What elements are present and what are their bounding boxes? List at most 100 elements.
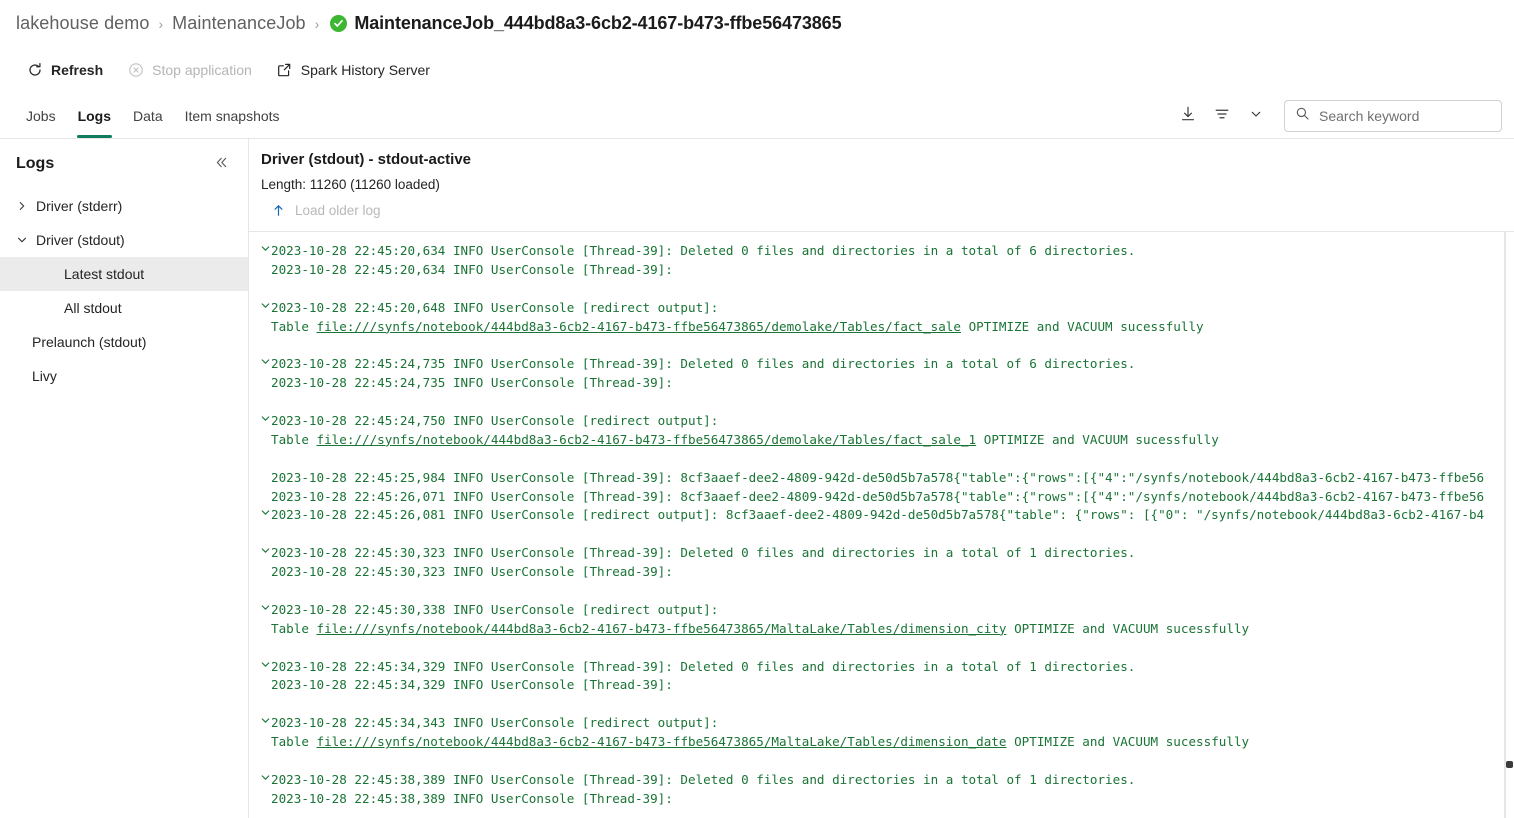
log-file-link[interactable]: file:///synfs/notebook/444bd8a3-6cb2-416… (317, 734, 1007, 749)
logs-tree: Driver (stderr) Driver (stdout) Latest s… (0, 187, 248, 393)
tab-data[interactable]: Data (123, 93, 173, 138)
log-line-text: 2023-10-28 22:45:20,648 INFO UserConsole… (271, 299, 719, 315)
log-scroll-region[interactable]: 2023-10-28 22:45:20,634 INFO UserConsole… (249, 231, 1514, 818)
log-line-text: 2023-10-28 22:45:20,634 INFO UserConsole… (271, 243, 1136, 258)
tab-item-snapshots[interactable]: Item snapshots (175, 93, 290, 138)
log-line: 2023-10-28 22:45:20,648 INFO UserConsole… (249, 299, 1514, 318)
search-input[interactable] (1317, 106, 1491, 125)
log-line-text: Table file:///synfs/notebook/444bd8a3-6c… (271, 620, 1250, 636)
sidebar-item-livy[interactable]: Livy (0, 359, 248, 393)
sidebar-item-label: All stdout (64, 300, 122, 316)
log-line: Table file:///synfs/notebook/444bd8a3-6c… (249, 733, 1514, 752)
refresh-label: Refresh (51, 62, 104, 78)
log-viewer-title: Driver (stdout) - stdout-active (261, 151, 472, 168)
filter-icon (1213, 105, 1231, 126)
spark-history-server-label: Spark History Server (300, 62, 430, 78)
log-line: 2023-10-28 22:45:26,071 INFO UserConsole… (249, 488, 1514, 507)
breadcrumb-separator: › (158, 15, 164, 32)
sidebar-item-all-stdout[interactable]: All stdout (0, 291, 248, 325)
log-line-text: 2023-10-28 22:45:24,735 INFO UserConsole… (271, 356, 1136, 372)
log-collapse-chevron-down-icon[interactable] (259, 413, 271, 424)
breadcrumb-item-workspace[interactable]: lakehouse demo (16, 13, 150, 34)
sidebar-item-prelaunch-stdout[interactable]: Prelaunch (stdout) (0, 325, 248, 359)
log-collapse-chevron-down-icon[interactable] (259, 507, 271, 518)
stop-application-button[interactable]: Stop application (117, 56, 262, 85)
log-file-link[interactable]: file:///synfs/notebook/444bd8a3-6cb2-416… (317, 621, 1007, 636)
search-box[interactable] (1284, 99, 1502, 132)
sidebar-item-driver-stderr[interactable]: Driver (stderr) (0, 189, 248, 223)
tab-item-snapshots-label: Item snapshots (184, 107, 280, 124)
chevron-down-icon (1249, 107, 1263, 124)
refresh-icon (26, 62, 43, 79)
tab-logs[interactable]: Logs (68, 93, 121, 138)
log-line-text: 2023-10-28 22:45:30,338 INFO UserConsole… (271, 601, 719, 617)
log-line: Table file:///synfs/notebook/444bd8a3-6c… (249, 318, 1514, 337)
log-collapse-chevron-down-icon[interactable] (259, 545, 271, 556)
tab-data-label: Data (133, 107, 163, 124)
logs-sidebar-header: Logs (0, 139, 248, 187)
log-line-text: 2023-10-28 22:45:38,389 INFO UserConsole… (271, 771, 1136, 787)
arrow-up-icon (271, 203, 286, 218)
breadcrumb-item-job[interactable]: MaintenanceJob (172, 13, 306, 34)
log-line-text: 2023-10-28 22:45:24,735 INFO UserConsole… (271, 375, 673, 391)
download-icon (1179, 105, 1197, 126)
log-line: 2023-10-28 22:45:26,081 INFO UserConsole… (249, 506, 1514, 525)
log-line: 2023-10-28 22:45:34,343 INFO UserConsole… (249, 714, 1514, 733)
collapse-sidebar-button[interactable] (208, 151, 234, 177)
log-length-label: Length: 11260 (11260 loaded) (261, 177, 440, 192)
log-content: 2023-10-28 22:45:20,634 INFO UserConsole… (249, 232, 1514, 809)
chevron-down-icon[interactable] (12, 234, 32, 246)
success-check-icon (330, 15, 348, 32)
spark-history-server-button[interactable]: Spark History Server (266, 56, 440, 85)
refresh-button[interactable]: Refresh (16, 56, 113, 85)
load-older-log-button[interactable]: Load older log (261, 200, 387, 221)
vertical-scrollbar[interactable] (1505, 232, 1514, 818)
log-line: 2023-10-28 22:45:38,389 INFO UserConsole… (249, 771, 1514, 790)
log-line: Table file:///synfs/notebook/444bd8a3-6c… (249, 620, 1514, 639)
log-collapse-chevron-down-icon[interactable] (259, 659, 271, 670)
page-title: MaintenanceJob_444bd8a3-6cb2-4167-b473-f… (354, 13, 842, 33)
log-line: 2023-10-28 22:45:30,338 INFO UserConsole… (249, 601, 1514, 620)
log-line-text: 2023-10-28 22:45:38,389 INFO UserConsole… (271, 790, 673, 806)
log-line: 2023-10-28 22:45:25,984 INFO UserConsole… (249, 469, 1514, 488)
tab-jobs-label: Jobs (26, 107, 56, 124)
log-file-link[interactable]: file:///synfs/notebook/444bd8a3-6cb2-416… (317, 432, 977, 447)
vertical-scrollbar-thumb[interactable] (1506, 761, 1513, 768)
log-collapse-chevron-down-icon[interactable] (259, 356, 271, 367)
tab-jobs[interactable]: Jobs (16, 93, 66, 138)
log-line-text: Table file:///synfs/notebook/444bd8a3-6c… (271, 734, 1250, 750)
filter-dropdown-button[interactable] (1240, 100, 1272, 132)
log-collapse-chevron-down-icon[interactable] (259, 243, 271, 254)
log-collapse-chevron-down-icon[interactable] (259, 602, 271, 613)
log-line-text: 2023-10-28 22:45:30,323 INFO UserConsole… (271, 564, 673, 580)
tab-logs-label: Logs (77, 107, 112, 124)
logs-sidebar-title: Logs (16, 155, 55, 172)
log-line-text: 2023-10-28 22:45:25,984 INFO UserConsole… (271, 469, 1485, 485)
log-line-text: 2023-10-28 22:45:20,634 INFO UserConsole… (271, 261, 673, 277)
log-collapse-chevron-down-icon[interactable] (259, 715, 271, 726)
log-line-text: 2023-10-28 22:45:34,329 INFO UserConsole… (271, 677, 673, 693)
log-line-text: 2023-10-28 22:45:26,081 INFO UserConsole… (271, 507, 1485, 523)
breadcrumb: lakehouse demo › MaintenanceJob › Mainte… (0, 0, 1514, 47)
log-line: 2023-10-28 22:45:34,329 INFO UserConsole… (249, 658, 1514, 677)
log-file-link[interactable]: file:///synfs/notebook/444bd8a3-6cb2-416… (317, 319, 961, 334)
sidebar-item-latest-stdout[interactable]: Latest stdout (0, 257, 248, 291)
stop-circle-icon (127, 62, 144, 79)
log-collapse-chevron-down-icon[interactable] (259, 772, 271, 783)
filter-button[interactable] (1206, 100, 1238, 132)
download-button[interactable] (1172, 100, 1204, 132)
content-area: Logs Driver (stderr) Driver (stdout) Lat… (0, 139, 1514, 818)
log-line: 2023-10-28 22:45:30,323 INFO UserConsole… (249, 563, 1514, 582)
log-collapse-chevron-down-icon[interactable] (259, 300, 271, 311)
log-viewer: Driver (stdout) - stdout-active Length: … (249, 139, 1514, 818)
chevron-right-icon[interactable] (12, 200, 32, 212)
log-line: 2023-10-28 22:45:24,735 INFO UserConsole… (249, 355, 1514, 374)
sidebar-item-driver-stdout[interactable]: Driver (stdout) (0, 223, 248, 257)
